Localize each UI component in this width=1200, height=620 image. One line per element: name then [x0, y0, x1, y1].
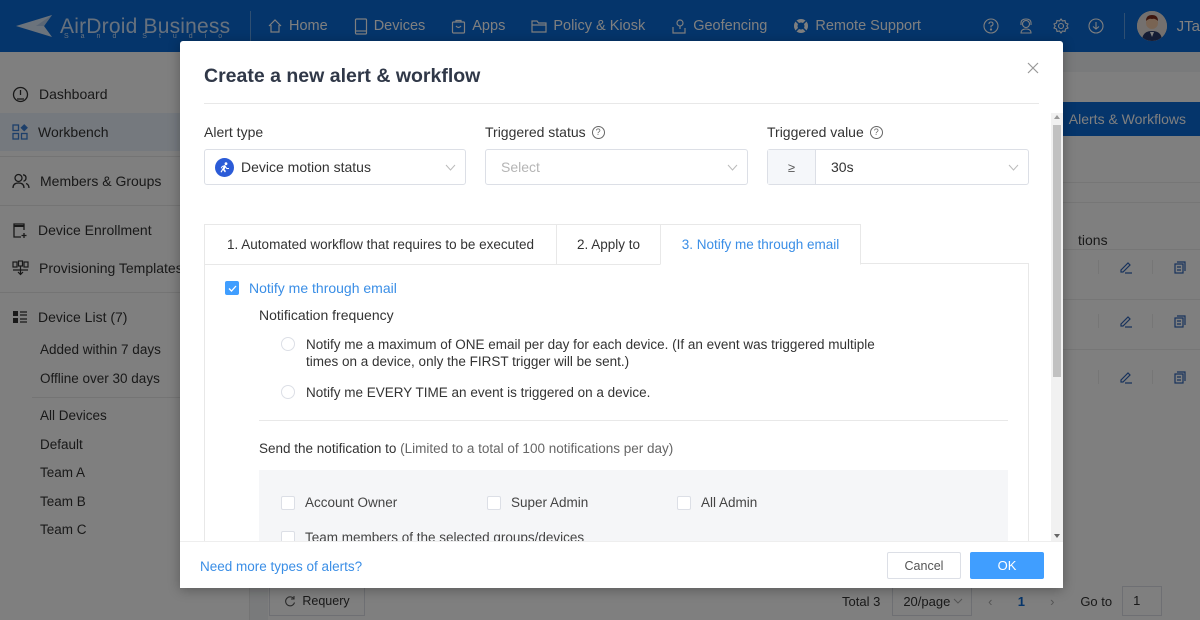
recipient-account-owner[interactable]: Account Owner	[281, 495, 397, 510]
operator-greater-equal: ≥	[768, 150, 816, 184]
recipient-team-members[interactable]: Team members of the selected groups/devi…	[281, 530, 584, 541]
send-title-text: Send the notification to	[259, 441, 397, 456]
freq-option-every-time[interactable]: Notify me EVERY TIME an event is trigger…	[281, 384, 650, 401]
running-person-icon	[215, 157, 234, 177]
chevron-down-icon	[717, 164, 747, 171]
triggered-value-label: Triggered value ?	[767, 124, 883, 140]
radio-button[interactable]	[281, 337, 295, 351]
checkbox[interactable]	[281, 495, 295, 510]
modal-footer: Need more types of alerts? Cancel OK	[180, 541, 1063, 588]
triggered-status-label-text: Triggered status	[485, 124, 586, 140]
triggered-value-label-text: Triggered value	[767, 124, 864, 140]
freq-option-text-line1: Notify me a maximum of ONE email per day…	[306, 337, 875, 352]
freq-option-text: Notify me EVERY TIME an event is trigger…	[306, 385, 651, 400]
checkbox[interactable]	[487, 495, 501, 510]
alert-type-label: Alert type	[204, 124, 263, 140]
triggered-status-select[interactable]: Select	[485, 149, 748, 185]
tab-automated-workflow[interactable]: 1. Automated workflow that requires to b…	[204, 224, 557, 265]
recipient-label: Team members of the selected groups/devi…	[305, 530, 585, 541]
recipient-label: All Admin	[701, 495, 758, 510]
recipient-label: Super Admin	[511, 495, 589, 510]
scrollbar-thumb[interactable]	[1053, 125, 1061, 377]
notify-email-checkbox-row[interactable]: Notify me through email	[225, 280, 397, 296]
modal-scrollbar[interactable]	[1051, 113, 1063, 541]
notification-frequency-title: Notification frequency	[259, 307, 394, 323]
triggered-value: 30s	[831, 159, 854, 175]
help-icon[interactable]: ?	[869, 125, 883, 139]
send-limit-note: (Limited to a total of 100 notifications…	[400, 441, 674, 456]
chevron-down-icon	[435, 164, 465, 171]
tab-apply-to[interactable]: 2. Apply to	[556, 224, 661, 265]
checkmark-icon	[228, 285, 236, 292]
scroll-up-arrow-icon[interactable]	[1054, 115, 1060, 119]
checkbox[interactable]	[281, 530, 295, 541]
recipient-label: Account Owner	[305, 495, 398, 510]
scroll-down-arrow-icon[interactable]	[1054, 534, 1060, 538]
workflow-tabs: 1. Automated workflow that requires to b…	[204, 224, 1029, 265]
notify-email-label: Notify me through email	[249, 280, 397, 296]
notify-tab-panel: Notify me through email Notification fre…	[204, 264, 1029, 541]
alert-type-select[interactable]: Device motion status	[204, 149, 466, 185]
recipient-super-admin[interactable]: Super Admin	[487, 495, 588, 510]
alert-type-label-text: Alert type	[204, 124, 264, 140]
close-icon	[1027, 62, 1039, 74]
section-divider	[259, 420, 1008, 421]
notify-email-checkbox[interactable]	[225, 281, 239, 295]
create-alert-modal: Create a new alert & workflow Alert type…	[180, 41, 1063, 588]
close-button[interactable]	[1027, 61, 1043, 77]
freq-option-text-line2: times on a device, only the FIRST trigge…	[306, 354, 630, 369]
radio-button[interactable]	[281, 385, 295, 399]
cancel-button[interactable]: Cancel	[887, 552, 961, 579]
modal-body: Alert type Device motion status Triggere…	[180, 104, 1055, 541]
more-alert-types-link[interactable]: Need more types of alerts?	[200, 559, 362, 574]
triggered-value-select[interactable]: ≥ 30s	[767, 149, 1029, 185]
send-notification-title: Send the notification to (Limited to a t…	[259, 441, 673, 456]
chevron-down-icon	[998, 164, 1028, 171]
recipient-all-admin[interactable]: All Admin	[677, 495, 757, 510]
ok-button[interactable]: OK	[970, 552, 1044, 579]
triggered-status-placeholder: Select	[501, 159, 540, 175]
recipients-box: Account Owner Super Admin All Admin Team…	[259, 470, 1008, 541]
alert-type-value: Device motion status	[241, 159, 371, 175]
tab-notify-email[interactable]: 3. Notify me through email	[660, 224, 861, 265]
checkbox[interactable]	[677, 495, 691, 510]
freq-option-once-per-day[interactable]: Notify me a maximum of ONE email per day…	[281, 336, 875, 370]
help-icon[interactable]: ?	[591, 125, 605, 139]
triggered-status-label: Triggered status ?	[485, 124, 605, 140]
modal-title: Create a new alert & workflow	[204, 65, 481, 87]
